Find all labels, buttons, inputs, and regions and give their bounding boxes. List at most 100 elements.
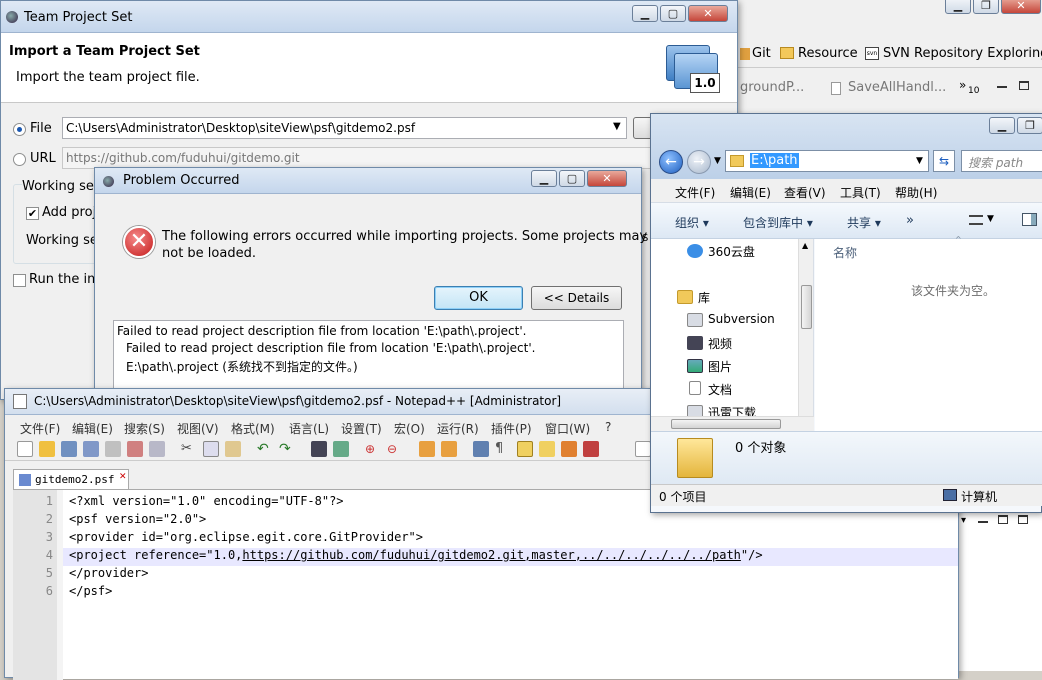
record-macro-icon[interactable]	[635, 441, 651, 457]
sync-h-icon[interactable]	[441, 441, 457, 457]
address-dropdown-icon[interactable]: ▼	[916, 156, 923, 166]
tps-maximize-button[interactable]: ▢	[660, 5, 686, 22]
np-menu-settings[interactable]: 设置(T)	[341, 420, 382, 437]
add-project-checkbox[interactable]: ✔	[26, 207, 39, 220]
details-text-area[interactable]: Failed to read project description file …	[113, 320, 624, 390]
function-list-icon[interactable]	[561, 441, 577, 457]
url-radio[interactable]	[13, 153, 26, 166]
view-dropdown-icon[interactable]: ▼	[987, 214, 994, 224]
ex-menu-file[interactable]: 文件(F)	[675, 184, 715, 201]
copy-icon[interactable]	[203, 441, 219, 457]
run-checkbox[interactable]	[13, 274, 26, 287]
forward-button[interactable]: →	[687, 150, 711, 174]
editor-minimize-icon[interactable]	[997, 86, 1007, 88]
editor-maximize-icon[interactable]	[1019, 81, 1029, 90]
nav-scrollbar-thumb[interactable]	[801, 285, 812, 329]
new-file-icon[interactable]	[17, 441, 33, 457]
refresh-button[interactable]: ⇆	[933, 150, 955, 172]
scroll-up-icon[interactable]: ▲	[802, 241, 808, 250]
np-menu-format[interactable]: 格式(M)	[231, 420, 275, 437]
show-all-chars-icon[interactable]: ¶	[495, 441, 511, 457]
np-menu-run[interactable]: 运行(R)	[437, 420, 479, 437]
preview-pane-icon[interactable]	[1022, 213, 1037, 226]
file-combo[interactable]: C:\Users\Administrator\Desktop\siteView\…	[62, 117, 627, 139]
nav-pictures[interactable]: 图片	[708, 358, 732, 375]
zoom-out-icon[interactable]: ⊖	[387, 441, 403, 457]
view-restore-icon[interactable]	[1018, 515, 1028, 524]
more-commands-button[interactable]: »	[906, 213, 914, 228]
ex-menu-view[interactable]: 查看(V)	[784, 184, 826, 201]
nav-scrollbar[interactable]: ▲ ▼	[798, 239, 813, 431]
organize-button[interactable]: 组织 ▾	[675, 214, 709, 231]
paste-icon[interactable]	[225, 441, 241, 457]
np-menu-file[interactable]: 文件(F)	[20, 420, 60, 437]
perspective-git[interactable]: Git	[752, 46, 771, 61]
np-menu-search[interactable]: 搜索(S)	[124, 420, 165, 437]
chevron-down-icon[interactable]: ▼	[613, 121, 621, 132]
search-box[interactable]: 搜索 path	[961, 150, 1042, 172]
explorer-minimize-button[interactable]: ▁	[989, 117, 1015, 134]
ex-menu-tools[interactable]: 工具(T)	[840, 184, 881, 201]
details-button[interactable]: << Details	[531, 286, 622, 310]
sync-v-icon[interactable]	[419, 441, 435, 457]
np-menu-help[interactable]: ?	[605, 420, 611, 434]
problem-maximize-button[interactable]: ▢	[559, 170, 585, 187]
ex-menu-help[interactable]: 帮助(H)	[895, 184, 937, 201]
eclipse-minimize-button[interactable]: ▁	[945, 0, 971, 14]
cut-icon[interactable]: ✂	[181, 441, 197, 457]
np-menu-view[interactable]: 视图(V)	[177, 420, 219, 437]
indent-guide-icon[interactable]	[517, 441, 533, 457]
view-minimize-icon[interactable]	[978, 521, 988, 523]
eclipse-maximize-button[interactable]: ❐	[973, 0, 999, 14]
perspective-resource[interactable]: Resource	[798, 46, 858, 61]
np-menu-language[interactable]: 语言(L)	[289, 420, 329, 437]
np-menu-macro[interactable]: 宏(O)	[394, 420, 425, 437]
np-menu-window[interactable]: 窗口(W)	[545, 420, 590, 437]
zoom-in-icon[interactable]: ⊕	[365, 441, 381, 457]
save-icon[interactable]	[61, 441, 77, 457]
ex-menu-edit[interactable]: 编辑(E)	[730, 184, 771, 201]
nav-360-cloud[interactable]: 360云盘	[708, 243, 755, 260]
nav-video[interactable]: 视频	[708, 335, 732, 352]
editor-tab-groundp[interactable]: groundP...	[740, 80, 804, 95]
np-menu-plugins[interactable]: 插件(P)	[491, 420, 532, 437]
close-all-icon[interactable]	[127, 441, 143, 457]
url-field[interactable]: https://github.com/fuduhui/gitdemo.git	[62, 147, 652, 169]
problem-minimize-button[interactable]: ▁	[531, 170, 557, 187]
print-icon[interactable]	[149, 441, 165, 457]
word-wrap-icon[interactable]	[473, 441, 489, 457]
undo-icon[interactable]: ↶	[257, 441, 273, 457]
perspective-svn[interactable]: SVN Repository Exploring	[883, 46, 1042, 61]
problem-close-button[interactable]: ✕	[587, 170, 627, 187]
back-button[interactable]: ←	[659, 150, 683, 174]
horizontal-scrollbar[interactable]	[651, 416, 814, 431]
recent-pages-chevron-icon[interactable]: ▼	[714, 156, 721, 166]
redo-icon[interactable]: ↷	[279, 441, 295, 457]
explorer-maximize-button[interactable]: ❐	[1017, 117, 1042, 134]
nav-library[interactable]: 库	[698, 289, 710, 306]
notepad-editor[interactable]: 1 <?xml version="1.0" encoding="UTF-8"?>…	[13, 489, 958, 680]
address-bar[interactable]: E:\path ▼	[725, 150, 929, 172]
view-maximize-icon[interactable]	[998, 515, 1008, 524]
view-menu-icon[interactable]: ▾	[961, 515, 966, 526]
view-options-icon[interactable]	[969, 215, 983, 225]
tps-close-button[interactable]: ✕	[688, 5, 728, 22]
nav-documents[interactable]: 文档	[708, 381, 732, 398]
save-all-icon[interactable]	[83, 441, 99, 457]
replace-icon[interactable]	[333, 441, 349, 457]
doc-map-icon[interactable]	[539, 441, 555, 457]
include-in-library-button[interactable]: 包含到库中 ▾	[743, 214, 813, 231]
close-file-icon[interactable]	[105, 441, 121, 457]
share-button[interactable]: 共享 ▾	[847, 214, 881, 231]
hscroll-thumb[interactable]	[671, 419, 781, 429]
eclipse-close-button[interactable]: ✕	[1001, 0, 1041, 14]
file-radio[interactable]	[13, 123, 26, 136]
close-tab-icon[interactable]: ✕	[119, 472, 127, 482]
tab-overflow-chevron[interactable]: »	[959, 78, 966, 92]
editor-tab-saveallhandler[interactable]: SaveAllHandl...	[848, 80, 946, 95]
notepad-tab[interactable]: gitdemo2.psf ✕	[13, 469, 129, 489]
tps-minimize-button[interactable]: ▁	[632, 5, 658, 22]
code-line-4-link[interactable]: https://github.com/fuduhui/gitdemo2.git,…	[242, 548, 741, 562]
np-menu-edit[interactable]: 编辑(E)	[72, 420, 113, 437]
find-icon[interactable]	[311, 441, 327, 457]
